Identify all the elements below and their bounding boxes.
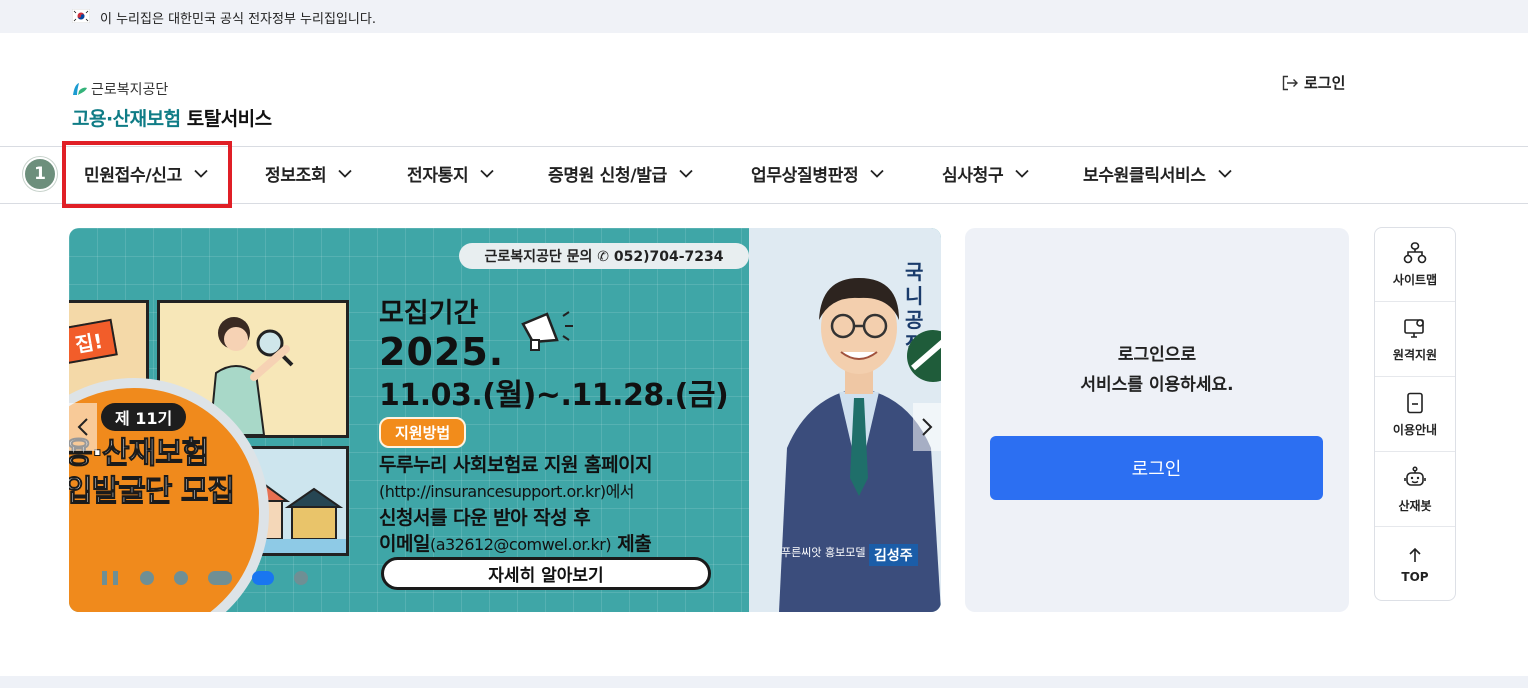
comwel-logo-icon xyxy=(73,83,87,95)
arrow-up-icon xyxy=(1409,547,1421,562)
quick-item-top[interactable]: TOP xyxy=(1375,528,1455,602)
banner-prev-button[interactable] xyxy=(69,403,97,451)
quick-item-sitemap[interactable]: 사이트맵 xyxy=(1375,228,1455,302)
chatbot-icon xyxy=(1404,465,1426,486)
banner-dot[interactable] xyxy=(174,571,188,585)
chevron-down-icon xyxy=(338,169,353,178)
quick-item-remote-support[interactable]: 원격지원 xyxy=(1375,303,1455,377)
step-number-badge: 1 xyxy=(23,157,57,191)
banner-method-email: (a32612@comwel.or.kr) xyxy=(429,535,612,554)
nav-item-label: 심사청구 xyxy=(942,166,1004,186)
banner-method-email-label: 이메일 xyxy=(379,533,430,555)
remote-support-icon xyxy=(1404,318,1424,338)
chevron-down-icon xyxy=(679,169,693,178)
chevron-down-icon xyxy=(870,169,885,178)
chevron-left-icon xyxy=(77,418,88,436)
org-name-text: 근로복지공단 xyxy=(91,82,169,98)
footer-edge xyxy=(0,676,1528,688)
banner-model-name: 김성주 xyxy=(869,544,918,566)
banner-method-line: 이메일(a32612@comwel.or.kr) 제출 xyxy=(379,531,652,558)
nav-item-label: 증명원 신청/발급 xyxy=(548,166,667,186)
quick-item-chatbot[interactable]: 산재봇 xyxy=(1375,453,1455,527)
nav-item-label: 업무상질병판정 xyxy=(751,166,859,186)
pause-icon[interactable] xyxy=(102,571,118,585)
nav-item-certificate[interactable]: 증명원 신청/발급 xyxy=(548,161,693,186)
nav-item-review-request[interactable]: 심사청구 xyxy=(942,161,1030,186)
banner-next-button[interactable] xyxy=(913,403,941,451)
guide-icon xyxy=(1407,392,1423,413)
login-button[interactable]: 로그인 xyxy=(990,436,1323,500)
login-icon xyxy=(1282,75,1298,90)
nav-item-civil-application[interactable]: 민원접수/신고 xyxy=(84,161,208,186)
header-login-link[interactable]: 로그인 xyxy=(1282,72,1345,93)
quick-item-label: TOP xyxy=(1401,569,1429,584)
chevron-down-icon xyxy=(194,169,208,178)
login-message-line: 서비스를 이용하세요. xyxy=(1080,375,1234,395)
service-name: 고용·산재보험 토탈서비스 xyxy=(72,104,272,131)
banner-dot[interactable] xyxy=(140,571,154,585)
banner-recruit-year: 2025. xyxy=(379,330,505,374)
banner-method-line-end: 에서 xyxy=(605,482,635,501)
login-message-line: 로그인으로 xyxy=(1117,345,1197,365)
nav-item-label: 보수원클릭서비스 xyxy=(1083,166,1206,186)
banner-model-caption: 푸른씨앗 홍보모델 xyxy=(781,546,866,559)
banner-recruit-range: 11.03.(월)~.11.28.(금) xyxy=(379,378,729,413)
banner-method-text: 두루누리 사회보험료 지원 홈페이지 (http://insurancesupp… xyxy=(379,452,653,558)
banner-recruit-title: 모집기간 xyxy=(379,298,479,329)
service-name-accent: 고용·산재보험 xyxy=(72,108,181,130)
banner-method-line: 두루누리 사회보험료 지원 홈페이지 xyxy=(379,454,653,476)
quick-item-guide[interactable]: 이용안내 xyxy=(1375,378,1455,452)
chevron-down-icon xyxy=(480,169,495,178)
quick-item-label: 사이트맵 xyxy=(1392,272,1438,287)
quick-item-label: 이용안내 xyxy=(1392,422,1438,437)
korea-flag-icon xyxy=(72,9,90,23)
banner-contact-pill: 근로복지공단 문의 ✆ 052)704-7234 xyxy=(459,243,749,269)
nav-item-e-notice[interactable]: 전자통지 xyxy=(407,161,495,186)
banner-badge-line: 입발굴단 모집 xyxy=(69,474,236,510)
banner-pagination xyxy=(102,571,328,585)
org-name: 근로복지공단 xyxy=(72,80,272,98)
chevron-right-icon xyxy=(922,418,933,436)
quick-menu: 사이트맵 원격지원 이용안내 산재봇 TOP xyxy=(1374,227,1456,601)
banner-method-line: 신청서를 다운 받아 작성 후 xyxy=(379,507,591,529)
banner-dot[interactable] xyxy=(294,571,308,585)
main-banner-slider[interactable]: 집! 제 11기 용·산재보험 입발굴단 모집 근로복지공단 문의 ✆ 052)… xyxy=(69,228,941,612)
nav-item-info-inquiry[interactable]: 정보조회 xyxy=(265,161,353,186)
nav-item-label: 민원접수/신고 xyxy=(84,166,182,186)
header-login-label: 로그인 xyxy=(1304,74,1346,92)
banner-generation-label: 제 11기 xyxy=(101,403,187,431)
gov-banner: 이 누리집은 대한민국 공식 전자정부 누리집입니다. xyxy=(0,0,1528,33)
nav-item-label: 정보조회 xyxy=(265,166,327,186)
service-name-rest: 토탈서비스 xyxy=(186,108,272,130)
banner-method-url: (http://insurancesupport.or.kr) xyxy=(379,482,606,501)
nav-item-occupational-disease[interactable]: 업무상질병판정 xyxy=(751,161,885,186)
nav-item-label: 전자통지 xyxy=(407,166,469,186)
nav-item-one-click-wage[interactable]: 보수원클릭서비스 xyxy=(1083,161,1232,186)
login-message: 로그인으로 서비스를 이용하세요. xyxy=(965,340,1349,400)
gov-banner-text: 이 누리집은 대한민국 공식 전자정부 누리집입니다. xyxy=(100,12,376,27)
banner-method-submit: 제출 xyxy=(611,533,652,555)
quick-item-label: 산재봇 xyxy=(1398,498,1432,513)
chevron-down-icon xyxy=(1218,169,1232,178)
banner-dot[interactable] xyxy=(208,571,232,585)
banner-method-line: (http://insurancesupport.or.kr)에서 xyxy=(379,478,652,505)
chevron-down-icon xyxy=(1015,169,1030,178)
banner-dot-active[interactable] xyxy=(252,571,274,585)
site-logo[interactable]: 근로복지공단 고용·산재보험 토탈서비스 xyxy=(72,80,272,131)
quick-item-label: 원격지원 xyxy=(1392,347,1438,362)
megaphone-icon xyxy=(521,311,573,351)
login-panel: 로그인으로 서비스를 이용하세요. 로그인 xyxy=(965,228,1349,612)
banner-more-button[interactable]: 자세히 알아보기 xyxy=(381,557,711,590)
banner-method-tag: 지원방법 xyxy=(379,417,467,448)
sitemap-icon xyxy=(1403,241,1427,263)
